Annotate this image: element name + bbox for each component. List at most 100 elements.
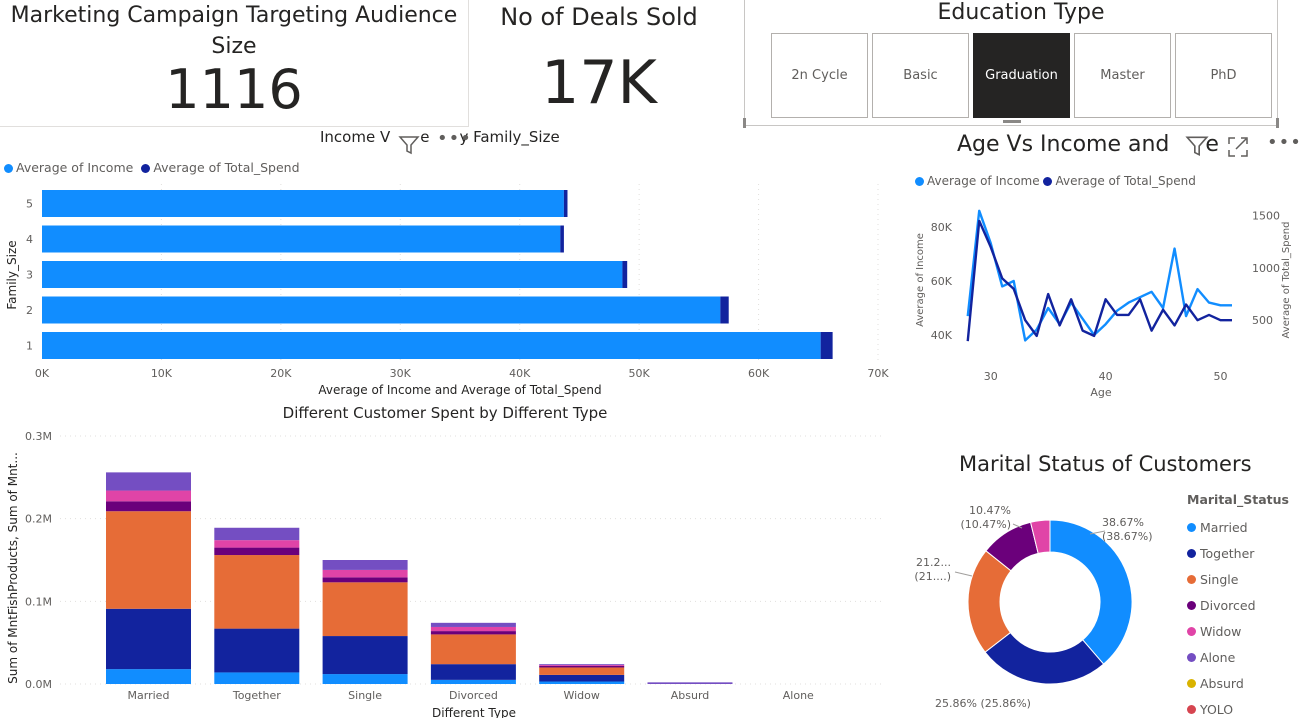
column-segment bbox=[322, 569, 408, 578]
age-vs-income-chart[interactable]: Age Vs Income and e ••• Average of Income… bbox=[905, 128, 1302, 400]
filter-icon[interactable] bbox=[1185, 134, 1209, 158]
bar-spend bbox=[820, 332, 833, 359]
legend-label: Absurd bbox=[1200, 675, 1244, 691]
column-segment bbox=[322, 636, 408, 675]
kpi-value: 1116 bbox=[165, 58, 303, 121]
data-label: (38.67%) bbox=[1102, 530, 1153, 543]
y-tick-label: 40K bbox=[931, 329, 953, 342]
y-tick-label: 0.1M bbox=[25, 595, 52, 608]
y2-axis-title: Average of Total_Spend bbox=[1281, 222, 1292, 339]
more-options-icon[interactable]: ••• bbox=[1267, 132, 1302, 153]
bar-spend bbox=[563, 190, 568, 217]
column-segment bbox=[322, 577, 408, 583]
column-segment bbox=[430, 631, 516, 635]
more-options-icon[interactable]: ••• bbox=[437, 128, 472, 149]
x-tick-label: 60K bbox=[748, 367, 770, 380]
bar-income bbox=[42, 296, 721, 324]
education-type-slicer[interactable]: Education Type 2n Cycle Basic Graduation Ma… bbox=[743, 0, 1279, 131]
column-segment bbox=[214, 540, 300, 548]
column-segment bbox=[214, 527, 300, 541]
legend-item[interactable]: Average of Total_Spend bbox=[1043, 174, 1196, 188]
legend-item-yolo[interactable]: YOLO bbox=[1187, 696, 1297, 722]
column-segment bbox=[106, 608, 191, 670]
y-tick-label: 0.3M bbox=[25, 430, 52, 443]
bar-income bbox=[42, 225, 561, 253]
y-axis-title: Average of Income bbox=[915, 233, 926, 327]
donut-chart-plot: 38.67%(38.67%) 10.47%(10.47%) 21.2...(21..… bbox=[914, 504, 1153, 710]
x-tick-label: 40K bbox=[509, 367, 531, 380]
column-segment bbox=[322, 674, 408, 684]
kpi-title: No of Deals Sold bbox=[500, 3, 698, 31]
donut-legend: Marital_Status Married Together Single Divo… bbox=[1187, 492, 1297, 722]
legend-dot bbox=[1187, 600, 1196, 610]
x-axis-title: Different Type bbox=[432, 706, 516, 718]
bar-spend bbox=[622, 261, 628, 288]
column-segment bbox=[106, 472, 191, 491]
x-tick-label: Together bbox=[232, 689, 281, 702]
bar-spend bbox=[560, 225, 564, 253]
x-tick-label: Divorced bbox=[449, 689, 498, 702]
slicer-option-phd[interactable]: PhD bbox=[1175, 33, 1272, 118]
bar-spend bbox=[720, 296, 729, 324]
legend-item-married[interactable]: Married bbox=[1187, 514, 1297, 540]
chart-title: Different Customer Spent by Different Ty… bbox=[282, 404, 608, 422]
y-tick-label: 2 bbox=[26, 304, 33, 317]
legend-label: Widow bbox=[1200, 623, 1242, 639]
x-tick-label: Alone bbox=[783, 689, 814, 702]
focus-mode-icon[interactable] bbox=[1227, 136, 1249, 158]
slicer-option-graduation[interactable]: Graduation bbox=[973, 33, 1070, 118]
legend-item[interactable]: Average of Income bbox=[915, 174, 1040, 188]
y-tick-label: 5 bbox=[26, 198, 33, 211]
data-label: 10.47% bbox=[969, 504, 1011, 517]
y2-tick-label: 500 bbox=[1252, 314, 1273, 327]
column-segment bbox=[539, 664, 625, 665]
chart-title: Marital Status of Customers bbox=[959, 452, 1252, 476]
data-label: (10.47%) bbox=[960, 518, 1011, 531]
x-tick-label: Single bbox=[348, 689, 382, 702]
column-segment bbox=[647, 682, 733, 684]
bar-chart-plot: 0K 10K 20K 30K 40K 50K 60K 70K 5 4 3 2 1 Average of I… bbox=[5, 184, 889, 397]
y-tick-label: 1 bbox=[26, 340, 33, 353]
income-by-family-size-chart[interactable]: Income Vey Family_Size ••• Average of In… bbox=[0, 128, 895, 400]
legend-dot bbox=[1187, 678, 1196, 688]
data-label: (21....) bbox=[914, 570, 951, 583]
legend-item[interactable]: Average of Income bbox=[4, 160, 133, 175]
column-segment bbox=[214, 555, 300, 629]
legend-item-absurd[interactable]: Absurd bbox=[1187, 670, 1297, 696]
legend-item-together[interactable]: Together bbox=[1187, 540, 1297, 566]
x-tick-label: 50K bbox=[629, 367, 651, 380]
legend-label: Alone bbox=[1200, 649, 1236, 665]
legend-title: Marital_Status bbox=[1187, 492, 1289, 507]
x-tick-label: 10K bbox=[151, 367, 173, 380]
customer-spent-by-type-chart[interactable]: Different Customer Spent by Different Ty… bbox=[0, 402, 895, 718]
column-segment bbox=[430, 626, 516, 632]
x-axis-title: Average of Income and Average of Total_S… bbox=[318, 383, 601, 397]
legend-item-divorced[interactable]: Divorced bbox=[1187, 592, 1297, 618]
line-chart-plot: 40K 60K 80K 500 1000 1500 30 40 50 Age Average of … bbox=[915, 209, 1292, 399]
stacked-column-plot: 0.0M 0.1M 0.2M 0.3M Married Together Single Div… bbox=[6, 430, 885, 718]
column-segment bbox=[214, 672, 300, 684]
x-axis-title: Age bbox=[1090, 386, 1112, 399]
legend-dot bbox=[1187, 548, 1196, 558]
legend-item-alone[interactable]: Alone bbox=[1187, 644, 1297, 670]
resize-handle[interactable] bbox=[1003, 120, 1021, 123]
column-segment bbox=[539, 674, 625, 682]
line-series-spend bbox=[966, 219, 1232, 342]
legend-label: Divorced bbox=[1200, 597, 1256, 613]
label-leader-line bbox=[954, 571, 973, 577]
legend-item-widow[interactable]: Widow bbox=[1187, 618, 1297, 644]
marital-status-chart[interactable]: Marital Status of Customers 38.67% (38.67… bbox=[905, 448, 1300, 718]
y-tick-label: 80K bbox=[931, 221, 953, 234]
filter-icon[interactable] bbox=[398, 134, 420, 156]
column-segment bbox=[539, 664, 625, 666]
legend-item[interactable]: Average of Total_Spend bbox=[141, 160, 300, 175]
slicer-option-master[interactable]: Master bbox=[1074, 33, 1171, 118]
column-segment bbox=[214, 628, 300, 673]
slicer-option-basic[interactable]: Basic bbox=[872, 33, 969, 118]
legend-item-single[interactable]: Single bbox=[1187, 566, 1297, 592]
legend-label: Single bbox=[1200, 571, 1239, 587]
y2-tick-label: 1000 bbox=[1252, 262, 1280, 275]
x-tick-label: Married bbox=[128, 689, 170, 702]
slicer-option-2n-cycle[interactable]: 2n Cycle bbox=[771, 33, 868, 118]
data-label: 21.2... bbox=[916, 556, 951, 569]
